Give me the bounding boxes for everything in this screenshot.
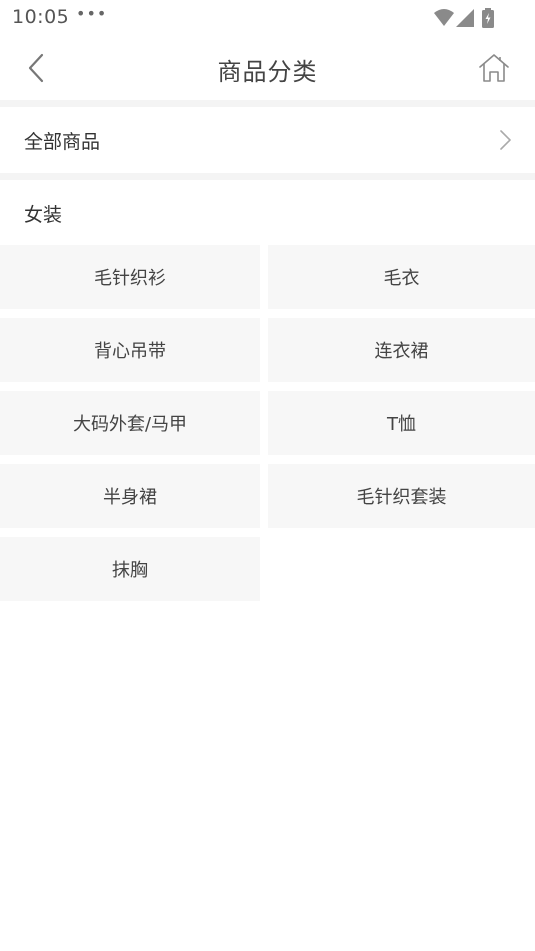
- category-item[interactable]: 背心吊带: [0, 318, 260, 382]
- status-icons: [433, 8, 495, 28]
- battery-icon: [482, 8, 494, 28]
- category-item[interactable]: 连衣裙: [268, 318, 535, 382]
- category-item[interactable]: 毛针织套装: [268, 464, 535, 528]
- category-item[interactable]: 半身裙: [0, 464, 260, 528]
- cellular-signal-icon: [456, 9, 474, 27]
- category-grid: 毛针织衫 毛衣 背心吊带 连衣裙 大码外套/马甲 T恤 半身裙 毛针织套装 抹胸: [0, 245, 535, 601]
- status-time: 10:05: [12, 6, 70, 28]
- home-button[interactable]: [477, 52, 511, 84]
- category-item[interactable]: T恤: [268, 391, 535, 455]
- header-divider: [0, 100, 535, 107]
- chevron-right-icon: [500, 130, 511, 150]
- category-item[interactable]: 大码外套/马甲: [0, 391, 260, 455]
- all-products-label: 全部商品: [24, 131, 101, 153]
- page-title: 商品分类: [217, 58, 318, 86]
- category-item[interactable]: 毛针织衫: [0, 245, 260, 309]
- header: 商品分类: [0, 36, 535, 100]
- status-bar: 10:05 •••: [0, 0, 535, 36]
- section-divider: [0, 173, 535, 180]
- section-title: 女装: [24, 204, 63, 226]
- category-item[interactable]: 毛衣: [268, 245, 535, 309]
- more-notifications-icon: •••: [76, 4, 108, 23]
- wifi-icon: [434, 9, 454, 26]
- all-products-row[interactable]: 全部商品: [0, 107, 535, 173]
- home-icon: [479, 54, 509, 82]
- category-item[interactable]: 抹胸: [0, 537, 260, 601]
